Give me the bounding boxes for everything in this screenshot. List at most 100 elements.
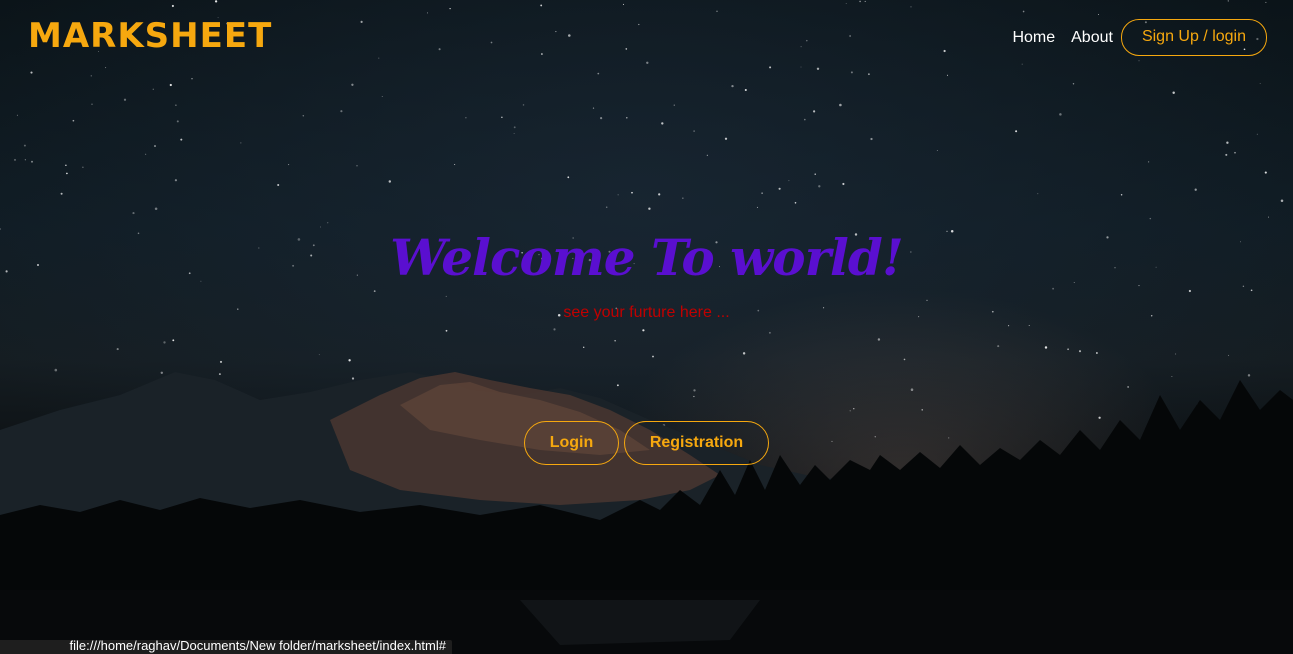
star (1149, 217, 1152, 220)
star (614, 340, 616, 342)
star (302, 115, 305, 117)
star (65, 164, 67, 167)
star (501, 116, 503, 118)
star (90, 75, 92, 77)
star (842, 182, 845, 186)
star (388, 180, 392, 183)
star (936, 149, 938, 151)
star (648, 207, 651, 210)
star (1021, 63, 1023, 65)
star (163, 341, 166, 344)
star (1078, 350, 1082, 353)
star (874, 436, 876, 438)
star (1225, 153, 1228, 156)
landing-page: MARKSHEET Home About Sign Up / login Wel… (0, 0, 1293, 654)
star (490, 41, 493, 44)
site-logo[interactable]: MARKSHEET (28, 16, 272, 56)
star (800, 46, 802, 48)
registration-button[interactable]: Registration (624, 421, 769, 465)
star (592, 107, 595, 109)
star (756, 206, 758, 208)
star (724, 137, 728, 140)
star (921, 409, 923, 411)
star (360, 20, 363, 23)
star (638, 23, 640, 26)
star (1008, 325, 1010, 327)
lake-reflection (520, 600, 760, 645)
star (626, 117, 628, 119)
star (116, 348, 119, 351)
star (761, 192, 763, 194)
star (172, 339, 175, 342)
star (1172, 91, 1175, 94)
star (82, 166, 84, 168)
star (1256, 133, 1258, 135)
star (145, 153, 147, 155)
star (1052, 287, 1054, 290)
star (1264, 171, 1267, 174)
star (540, 4, 543, 7)
star (1250, 289, 1253, 292)
star (373, 290, 376, 292)
star (105, 67, 107, 69)
star (742, 352, 746, 355)
star (788, 180, 790, 182)
star (693, 395, 695, 398)
nav-about-link[interactable]: About (1071, 29, 1113, 47)
star (1059, 113, 1062, 116)
star (839, 103, 842, 107)
star (1280, 199, 1284, 203)
star (778, 187, 781, 190)
star (1044, 346, 1048, 349)
star (160, 371, 164, 375)
star (849, 35, 851, 37)
star (769, 66, 772, 69)
star (91, 103, 93, 105)
star (850, 71, 853, 74)
star (30, 71, 33, 74)
star (693, 130, 695, 132)
star (454, 164, 456, 165)
star (926, 299, 928, 302)
hero-title: Welcome To world! (390, 228, 904, 287)
star (1037, 193, 1039, 195)
star (318, 354, 320, 356)
star (864, 0, 866, 2)
star (859, 0, 861, 3)
star (1247, 374, 1251, 377)
star (661, 122, 664, 125)
star (24, 159, 26, 161)
star (427, 12, 428, 14)
star (13, 158, 17, 161)
star (1188, 289, 1192, 293)
star (731, 84, 734, 88)
star (806, 39, 808, 42)
star (1098, 14, 1100, 16)
star (327, 222, 329, 224)
signup-login-button[interactable]: Sign Up / login (1120, 19, 1267, 56)
star (744, 88, 747, 92)
star (277, 183, 280, 187)
login-button[interactable]: Login (524, 421, 619, 465)
star (191, 78, 193, 80)
star (381, 96, 383, 98)
star (1227, 0, 1229, 2)
star (288, 164, 290, 166)
star (616, 384, 619, 387)
star (853, 408, 855, 410)
nav-home-link[interactable]: Home (1012, 29, 1055, 47)
star (583, 346, 585, 348)
star (154, 207, 158, 211)
star (219, 360, 223, 363)
star (513, 126, 516, 129)
star (568, 34, 571, 37)
star (1095, 352, 1098, 354)
star (622, 3, 625, 5)
star (1127, 386, 1129, 388)
star (600, 117, 603, 120)
star (1072, 83, 1075, 85)
star (240, 142, 242, 144)
star (123, 98, 127, 101)
star (868, 73, 870, 76)
star (646, 61, 649, 64)
